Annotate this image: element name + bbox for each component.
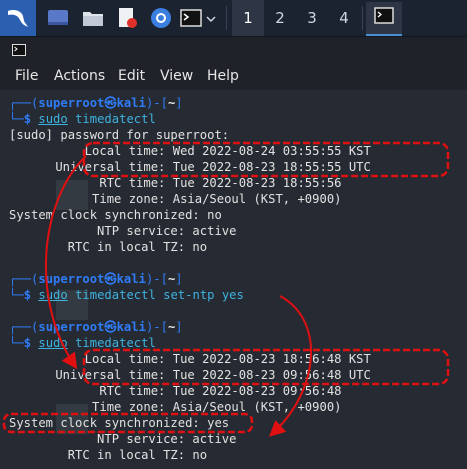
menu-edit[interactable]: Edit [118,68,145,84]
output-universal-time: Universal time: Tue 2022-08-23 09:56:48 … [48,368,371,382]
prompt-user-host: superroot㉿kali [38,96,146,110]
prompt-user-host: superroot㉿kali [38,320,146,334]
kali-dragon-icon [8,10,28,27]
terminal-task-button[interactable] [366,2,402,36]
command-line: └─$ sudo timedatectl set-ntp yes [9,288,244,302]
menu-view[interactable]: View [160,68,193,84]
command-line: └─$ sudo timedatectl [9,112,156,126]
menu-bar: File Actions Edit View Help [0,62,467,90]
output-rtc-local-tz: RTC in local TZ: no [9,448,208,462]
taskbar: 1 2 3 4 [0,0,467,37]
workspace-4-button[interactable]: 4 [328,0,360,36]
text-editor-icon[interactable] [116,7,138,29]
output-universal-time: Universal time: Tue 2022-08-23 18:55:55 … [48,160,371,174]
terminal-launcher-icon[interactable] [180,7,202,29]
output-rtc-time: RTC time: Tue 2022-08-23 18:55:56 [48,176,342,190]
output-time-zone: Time zone: Asia/Seoul (KST, +0900) [48,400,342,414]
prompt-line: ┌──(superroot㉿kali)-[~] [9,96,183,110]
workspace-1-button[interactable]: 1 [232,0,264,36]
terminal-window-icon [374,7,394,24]
menu-help[interactable]: Help [207,68,239,84]
command-text: timedatectl set-ntp yes [75,288,244,302]
output-rtc-time: RTC time: Tue 2022-08-23 09:56:48 [48,384,342,398]
terminal-titlebar [0,37,467,62]
output-time-zone: Time zone: Asia/Seoul (KST, +0900) [48,192,342,206]
sudo-password-prompt: [sudo] password for superroot: [9,128,230,142]
sudo-keyword: sudo [38,288,68,302]
output-ntp-service: NTP service: active [9,224,237,238]
command-text: timedatectl [75,112,156,126]
output-clock-synchronized: System clock synchronized: yes [9,416,230,430]
workspace-3-button[interactable]: 3 [296,0,328,36]
prompt-line: ┌──(superroot㉿kali)-[~] [9,272,183,286]
taskbar-separator [226,6,227,30]
sudo-keyword: sudo [38,112,68,126]
command-text: timedatectl [75,336,156,350]
terminal-window-icon [12,44,26,56]
kali-menu-button[interactable] [0,0,36,36]
sudo-keyword: sudo [38,336,68,350]
web-browser-icon[interactable] [150,7,172,29]
command-line: └─$ sudo timedatectl [9,336,156,350]
taskbar-separator [362,6,363,30]
file-manager-icon[interactable] [82,7,104,29]
workspace-2-button[interactable]: 2 [264,0,296,36]
prompt-line: ┌──(superroot㉿kali)-[~] [9,320,183,334]
show-desktop-icon[interactable] [47,7,69,29]
menu-actions[interactable]: Actions [54,68,105,84]
prompt-user-host: superroot㉿kali [38,272,146,286]
output-clock-synchronized: System clock synchronized: no [9,208,222,222]
launcher-dropdown-icon[interactable] [205,7,217,29]
output-ntp-service: NTP service: active [9,432,237,446]
output-local-time: Local time: Tue 2022-08-23 18:56:48 KST [48,352,371,366]
output-rtc-local-tz: RTC in local TZ: no [9,240,208,254]
output-local-time: Local time: Wed 2022-08-24 03:55:55 KST [48,144,371,158]
menu-file[interactable]: File [15,68,38,84]
